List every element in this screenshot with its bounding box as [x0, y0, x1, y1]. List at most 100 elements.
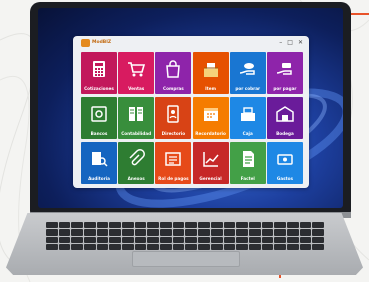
keyboard-key [134, 229, 147, 236]
tile-compras[interactable]: Compras [155, 52, 192, 94]
keyboard-key [84, 243, 96, 250]
keyboard-key [236, 243, 248, 250]
keyboard-key [286, 236, 299, 243]
keyboard-key [299, 229, 312, 236]
keyboard-key [185, 222, 198, 229]
keyboard-key [185, 243, 198, 250]
tile-cotizaciones[interactable]: Cotizaciones [81, 52, 117, 94]
tile-por-pagar[interactable]: por pagar [266, 52, 303, 94]
tile-label: Recordatorio [195, 131, 226, 136]
keyboard-key [160, 229, 172, 236]
ledger-icon [129, 107, 144, 121]
keyboard-key [172, 236, 185, 243]
keyboard-key [46, 229, 58, 236]
app-logo-text: ModBIZ [92, 40, 112, 45]
close-button[interactable]: ✕ [298, 39, 303, 47]
keyboard-key [147, 222, 160, 229]
keyboard-key [58, 243, 71, 250]
keyboard-key [147, 229, 160, 236]
keyboard-key [109, 243, 122, 250]
keyboard-key [71, 236, 84, 243]
keyboard-key [248, 229, 261, 236]
pay-hand-icon [276, 63, 292, 75]
maximize-button[interactable]: □ [287, 39, 293, 47]
keyboard [46, 222, 324, 250]
keyboard-key [312, 236, 324, 243]
tile-label: Item [205, 86, 216, 91]
keyboard-key [160, 222, 172, 229]
directory-icon [167, 105, 180, 123]
tile-label: por cobrar [235, 86, 261, 91]
keyboard-key [147, 236, 160, 243]
keyboard-key [312, 229, 324, 236]
keyboard-key [274, 236, 286, 243]
keyboard-key [109, 229, 122, 236]
keyboard-key [122, 236, 134, 243]
keyboard-key [96, 236, 109, 243]
keyboard-key [134, 243, 147, 250]
keyboard-key [223, 243, 236, 250]
keyboard-key [299, 236, 312, 243]
keyboard-key [236, 236, 248, 243]
keyboard-key [198, 229, 210, 236]
keyboard-key [299, 243, 312, 250]
safe-icon [91, 106, 107, 122]
keyboard-key [84, 222, 96, 229]
keyboard-key [46, 243, 58, 250]
tile-bodega[interactable]: Bodega [266, 97, 303, 139]
tile-bancos[interactable]: Bancos [81, 97, 117, 139]
keyboard-key [172, 229, 185, 236]
keyboard-key [274, 229, 286, 236]
keyboard-key [71, 243, 84, 250]
keyboard-key [261, 236, 274, 243]
tile-directorio[interactable]: Directorio [155, 97, 192, 139]
warehouse-icon [276, 106, 294, 122]
tile-gastos[interactable]: Gastos [266, 142, 303, 184]
tile-item[interactable]: Item [192, 52, 229, 94]
tile-rol-de-pagos[interactable]: Rol de pagos [155, 142, 192, 184]
attachment-icon [129, 149, 146, 166]
keyboard-key [58, 229, 71, 236]
tile-label: Directorio [161, 131, 186, 136]
tile-por-cobrar[interactable]: por cobrar [229, 52, 266, 94]
keyboard-key [96, 229, 109, 236]
tile-contabilidad[interactable]: Contabilidad [118, 97, 155, 139]
keyboard-key [84, 229, 96, 236]
shopping-cart-icon [128, 62, 146, 77]
tile-label: por pagar [273, 86, 297, 91]
keyboard-key [286, 243, 299, 250]
keyboard-key [134, 236, 147, 243]
tile-label: Compras [163, 86, 184, 91]
keyboard-key [122, 229, 134, 236]
keyboard-key [160, 243, 172, 250]
module-grid: Cotizaciones Ventas Compras Item por cob… [81, 52, 303, 186]
tile-label: Auditoria [88, 176, 110, 181]
tile-ventas[interactable]: Ventas [118, 52, 155, 94]
keyboard-key [160, 236, 172, 243]
app-logo-icon [81, 39, 90, 47]
tile-caja[interactable]: Caja [229, 97, 266, 139]
tile-label: Gerencial [199, 176, 222, 181]
keyboard-key [286, 229, 299, 236]
keyboard-key [236, 229, 248, 236]
expenses-icon [277, 154, 293, 165]
keyboard-key [96, 222, 109, 229]
keyboard-key [274, 222, 286, 229]
window-controls: – □ ✕ [279, 39, 303, 47]
tile-anexos[interactable]: Anexos [118, 142, 155, 184]
laptop-screen: ModBIZ – □ ✕ Cotizaciones Ventas Compras… [38, 8, 343, 208]
keyboard-key [46, 236, 58, 243]
keyboard-key [71, 222, 84, 229]
tile-factel[interactable]: Factel [229, 142, 266, 184]
tile-gerencial[interactable]: Gerencial [192, 142, 229, 184]
payroll-icon [165, 152, 182, 166]
keyboard-key [198, 236, 210, 243]
tile-label: Bancos [90, 131, 108, 136]
tile-label: Rol de pagos [158, 176, 189, 181]
tile-label: Ventas [128, 86, 145, 91]
keyboard-key [109, 222, 122, 229]
tile-recordatorio[interactable]: Recordatorio [192, 97, 229, 139]
tile-auditoria[interactable]: Auditoria [81, 142, 117, 184]
keyboard-key [223, 236, 236, 243]
minimize-button[interactable]: – [279, 39, 282, 47]
